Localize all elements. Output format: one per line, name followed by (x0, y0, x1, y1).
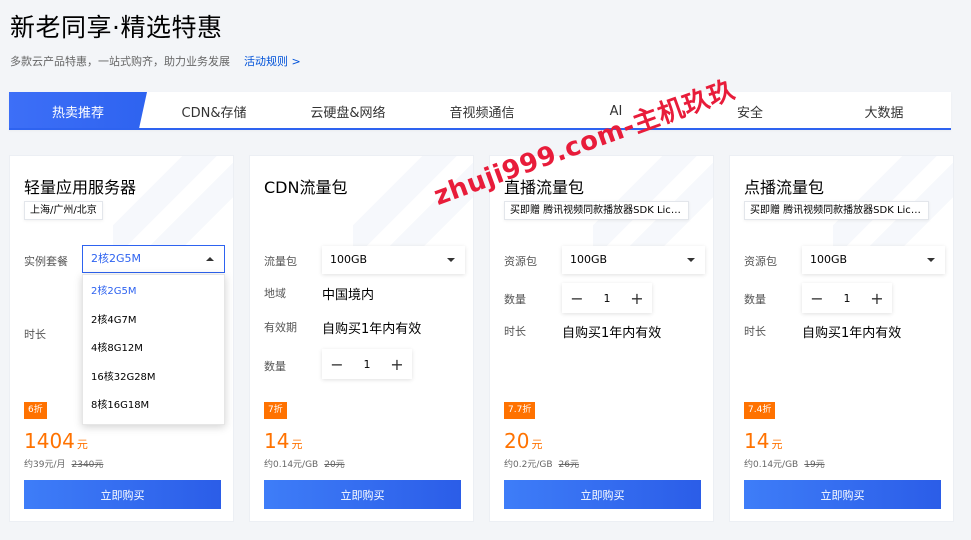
card-tag: 买即赠 腾讯视频同款播放器SDK License (504, 201, 689, 220)
quantity-value[interactable]: 1 (352, 358, 382, 371)
instance-label: 实例套餐 (24, 255, 68, 268)
package-label: 流量包 (264, 255, 297, 268)
buy-button[interactable]: 立即购买 (264, 480, 461, 509)
sub-price: 约39元/月 2340元 (24, 457, 103, 470)
discount-badge: 7.4折 (744, 402, 776, 419)
original-price: 26元 (558, 460, 579, 470)
dropdown-option[interactable]: 4核8G12M (83, 335, 224, 364)
chevron-up-icon (206, 257, 214, 261)
validity-value: 自购买1年内有效 (562, 326, 662, 341)
plus-icon[interactable]: + (622, 283, 652, 313)
quantity-stepper: − 1 + (802, 283, 892, 313)
region-label: 地域 (264, 287, 286, 300)
unit-price: 约39元/月 (24, 460, 66, 470)
package-select[interactable]: 100GB (562, 246, 705, 274)
instance-select[interactable]: 2核2G5M (82, 245, 225, 273)
minus-icon[interactable]: − (802, 283, 832, 313)
quantity-label: 数量 (504, 293, 526, 306)
discount-badge: 7折 (264, 402, 287, 419)
quantity-label: 数量 (264, 360, 286, 373)
activity-rules-link[interactable]: 活动规则 > (244, 53, 301, 69)
tabs-underline (9, 128, 951, 130)
price-value: 1404 (24, 429, 75, 453)
buy-button[interactable]: 立即购买 (504, 480, 701, 509)
package-label: 资源包 (744, 255, 777, 268)
sub-price: 约0.14元/GB 19元 (744, 457, 825, 470)
tab-cdn-storage[interactable]: CDN&存储 (147, 92, 281, 130)
dropdown-option[interactable]: 8核16G18M (83, 392, 224, 421)
duration-label: 时长 (504, 325, 526, 338)
chevron-down-icon (927, 258, 935, 262)
price-unit: 元 (76, 438, 88, 451)
duration-label: 时长 (744, 325, 766, 338)
tab-big-data[interactable]: 大数据 (817, 92, 951, 130)
quantity-value[interactable]: 1 (592, 292, 622, 305)
price-unit: 元 (291, 438, 303, 451)
validity-value: 自购买1年内有效 (322, 322, 422, 337)
card-title: CDN流量包 (264, 178, 348, 197)
page-header: 新老同享·精选特惠 多款云产品特惠，一站式购齐，助力业务发展 活动规则 > (10, 8, 960, 69)
price: 20 元 (504, 429, 542, 453)
quantity-value[interactable]: 1 (832, 292, 862, 305)
price-value: 14 (744, 429, 770, 453)
price-value: 20 (504, 429, 530, 453)
plus-icon[interactable]: + (862, 283, 892, 313)
original-price: 2340元 (71, 460, 104, 470)
instance-select-value: 2核2G5M (91, 252, 142, 265)
quantity-stepper: − 1 + (562, 283, 652, 313)
package-select[interactable]: 100GB (322, 246, 465, 274)
price: 1404 元 (24, 429, 88, 453)
category-tabs: 热卖推荐 CDN&存储 云硬盘&网络 音视频通信 AI 安全 大数据 (9, 92, 951, 130)
card-tag: 上海/广州/北京 (24, 201, 103, 220)
tab-disk-network[interactable]: 云硬盘&网络 (281, 92, 415, 130)
package-select-value: 100GB (330, 253, 368, 266)
quantity-label: 数量 (744, 293, 766, 306)
subtitle-row: 多款云产品特惠，一站式购齐，助力业务发展 活动规则 > (10, 53, 960, 69)
dropdown-option[interactable]: 16核32G28M (83, 364, 224, 393)
product-card-vod: 点播流量包 买即赠 腾讯视频同款播放器SDK License 资源包 100GB… (729, 155, 954, 522)
chevron-down-icon (687, 258, 695, 262)
duration-label: 时长 (24, 328, 46, 341)
minus-icon[interactable]: − (562, 283, 592, 313)
card-title: 点播流量包 (744, 178, 825, 197)
region-value: 中国境内 (322, 288, 375, 303)
sub-price: 约0.14元/GB 20元 (264, 457, 345, 470)
minus-icon[interactable]: − (322, 349, 352, 379)
buy-button[interactable]: 立即购买 (24, 480, 221, 509)
price-unit: 元 (531, 438, 543, 451)
product-card-live: 直播流量包 买即赠 腾讯视频同款播放器SDK License 资源包 100GB… (489, 155, 714, 522)
original-price: 20元 (324, 460, 345, 470)
tab-av-communication[interactable]: 音视频通信 (415, 92, 549, 130)
validity-label: 有效期 (264, 321, 297, 334)
unit-price: 约0.14元/GB (744, 460, 799, 470)
page-title: 新老同享·精选特惠 (10, 13, 223, 42)
product-card-lighthouse: 轻量应用服务器 上海/广州/北京 实例套餐 2核2G5M 2核2G5M 2核4G… (9, 155, 234, 522)
package-select-value: 100GB (810, 253, 848, 266)
discount-badge: 7.7折 (504, 402, 536, 419)
quantity-stepper: − 1 + (322, 349, 412, 379)
page-subtitle: 多款云产品特惠，一站式购齐，助力业务发展 (10, 55, 230, 68)
plus-icon[interactable]: + (382, 349, 412, 379)
package-select-value: 100GB (570, 253, 608, 266)
dropdown-option[interactable]: 2核2G5M (83, 278, 224, 307)
unit-price: 约0.14元/GB (264, 460, 319, 470)
price: 14 元 (744, 429, 782, 453)
original-price: 19元 (804, 460, 825, 470)
sub-price: 约0.2元/GB 26元 (504, 457, 579, 470)
unit-price: 约0.2元/GB (504, 460, 553, 470)
price-value: 14 (264, 429, 290, 453)
price: 14 元 (264, 429, 302, 453)
tab-hot[interactable]: 热卖推荐 (9, 92, 147, 130)
package-select[interactable]: 100GB (802, 246, 945, 274)
validity-value: 自购买1年内有效 (802, 326, 902, 341)
card-title: 轻量应用服务器 (24, 178, 137, 197)
package-label: 资源包 (504, 255, 537, 268)
price-unit: 元 (771, 438, 783, 451)
dropdown-option[interactable]: 2核4G7M (83, 307, 224, 336)
chevron-down-icon (447, 258, 455, 262)
buy-button[interactable]: 立即购买 (744, 480, 941, 509)
card-tag: 买即赠 腾讯视频同款播放器SDK License (744, 201, 929, 220)
discount-badge: 6折 (24, 402, 47, 419)
instance-dropdown: 2核2G5M 2核4G7M 4核8G12M 16核32G28M 8核16G18M (82, 274, 225, 425)
